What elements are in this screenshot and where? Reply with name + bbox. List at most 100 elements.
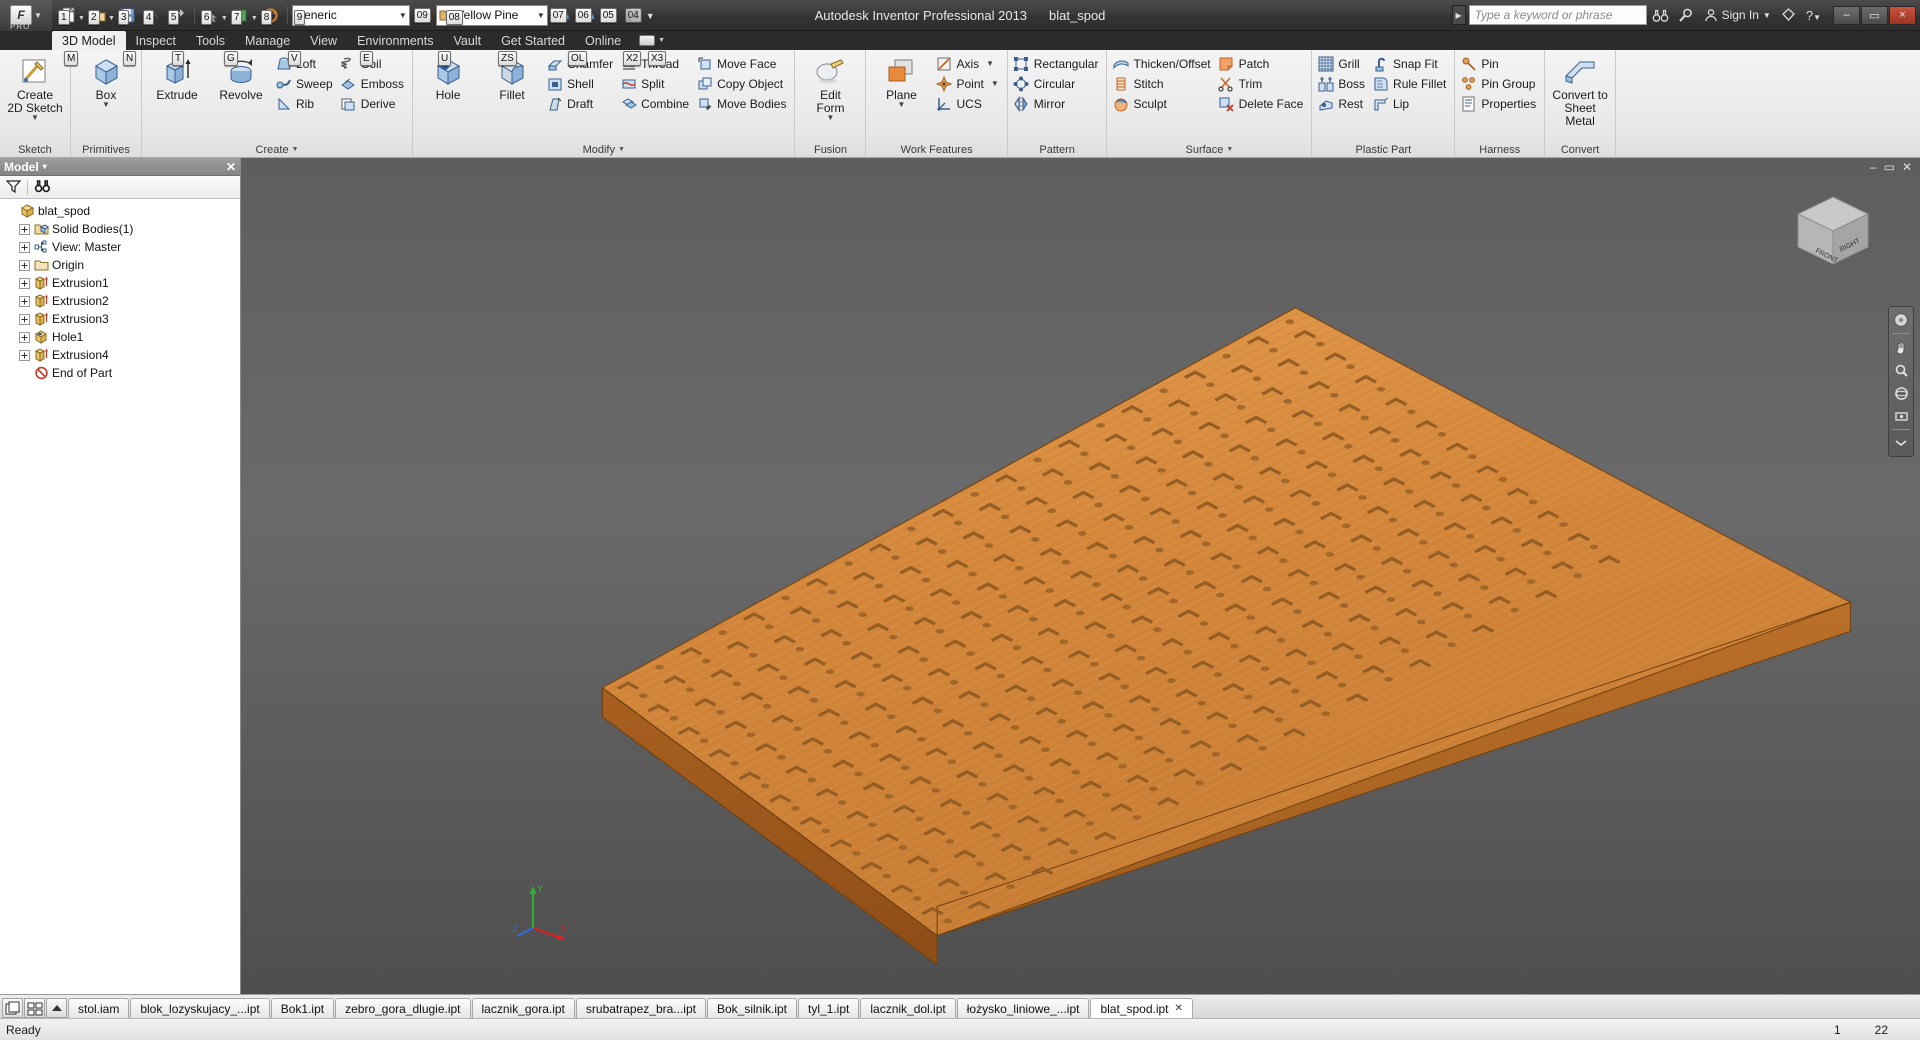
ribbon-button-axis[interactable]: Axis ▼: [933, 54, 1003, 73]
tree-expander-icon[interactable]: [18, 259, 31, 272]
tree-expander-icon[interactable]: [18, 277, 31, 290]
orbit-icon[interactable]: [1891, 383, 1911, 403]
qat-open-button[interactable]: 2: [86, 3, 110, 27]
ribbon-tab-vault[interactable]: Vault: [444, 31, 492, 50]
document-tab[interactable]: Bok_silnik.ipt: [706, 998, 797, 1018]
tree-expander-icon[interactable]: [18, 313, 31, 326]
ribbon-button-dropdown-caret-icon[interactable]: ▼: [31, 114, 39, 122]
ribbon-button-convert-to-sheet-metal[interactable]: Convert to Sheet Metal: [1548, 53, 1612, 130]
canvas-maximize-button[interactable]: ▭: [1884, 160, 1895, 174]
window-maximize-button[interactable]: ▭: [1861, 5, 1888, 25]
ribbon-button-caret-icon[interactable]: ▼: [986, 59, 994, 68]
ribbon-button-rib[interactable]: Rib: [273, 94, 338, 113]
ribbon-button-derive[interactable]: Derive: [338, 94, 409, 113]
tile-windows-icon[interactable]: [2, 998, 23, 1018]
document-tab[interactable]: Bok1.ipt: [270, 998, 335, 1018]
document-tab-close-icon[interactable]: ✕: [1175, 1003, 1183, 1014]
tree-node-extrusion1[interactable]: Extrusion1: [4, 274, 240, 292]
qat-redo-button[interactable]: 5: [166, 3, 190, 27]
ribbon-tab-inspect[interactable]: Inspect: [126, 31, 186, 50]
qat-undo-button[interactable]: 4: [141, 3, 165, 27]
ribbon-button-pin-group[interactable]: Pin Group: [1458, 74, 1541, 93]
search-magnifier-icon[interactable]: [1675, 5, 1697, 25]
ribbon-button-split[interactable]: Split: [618, 74, 694, 93]
document-tab[interactable]: tyl_1.ipt: [798, 998, 860, 1018]
qat-select-button[interactable]: 6: [199, 3, 223, 27]
ribbon-button-edit-form[interactable]: Edit Form ▼: [798, 53, 862, 123]
tree-expander-icon[interactable]: [18, 331, 31, 344]
ribbon-panel-expand-caret-icon[interactable]: ▼: [1226, 146, 1233, 153]
tree-node-extrusion4[interactable]: Extrusion4: [4, 346, 240, 364]
ribbon-button-caret-icon[interactable]: ▼: [991, 79, 999, 88]
tree-expander-icon[interactable]: [18, 241, 31, 254]
tree-node-solid-bodies-1[interactable]: Solid Bodies(1): [4, 220, 240, 238]
document-tab[interactable]: lacznik_dol.ipt: [860, 998, 956, 1018]
appearance-combo[interactable]: Yellow Pine ▼ 08: [435, 4, 548, 26]
ribbon-button-sweep[interactable]: Sweep: [273, 74, 338, 93]
scroll-tabs-up-icon[interactable]: [46, 998, 67, 1018]
ribbon-button-point[interactable]: Point ▼: [933, 74, 1003, 93]
canvas-minimize-button[interactable]: –: [1870, 160, 1877, 174]
qat-return-button[interactable]: 7: [229, 3, 253, 27]
model-browser-header[interactable]: Model ▾ ✕: [0, 158, 240, 176]
document-tab[interactable]: lacznik_gora.ipt: [471, 998, 575, 1018]
ribbon-button-rectangular[interactable]: Rectangular: [1011, 54, 1104, 73]
ribbon-tab-tools[interactable]: Tools: [186, 31, 235, 50]
tree-expander-icon[interactable]: [18, 295, 31, 308]
tree-node-hole1[interactable]: Hole1: [4, 328, 240, 346]
find-icon[interactable]: [34, 179, 51, 196]
document-tab[interactable]: srubatrapez_bra...ipt: [575, 998, 706, 1018]
window-minimize-button[interactable]: –: [1833, 5, 1860, 25]
tree-node-view-master[interactable]: View: Master: [4, 238, 240, 256]
ribbon-tab-manage[interactable]: Manage: [235, 31, 300, 50]
ribbon-button-delete-face[interactable]: Delete Face: [1216, 94, 1309, 113]
ribbon-button-grill[interactable]: Grill: [1315, 54, 1370, 73]
ribbon-button-copy-object[interactable]: Copy Object: [694, 74, 791, 93]
tree-node-extrusion2[interactable]: Extrusion2: [4, 292, 240, 310]
search-binoculars-icon[interactable]: [1650, 5, 1672, 25]
ribbon-minimize-icon[interactable]: [639, 35, 656, 46]
ribbon-button-thicken-offset[interactable]: Thicken/Offset: [1110, 54, 1215, 73]
ribbon-button-properties[interactable]: Properties: [1458, 94, 1541, 113]
ribbon-tab-online[interactable]: Online: [575, 31, 631, 50]
filter-icon[interactable]: [5, 179, 22, 196]
document-tab[interactable]: łożysko_liniowe_...ipt: [956, 998, 1090, 1018]
ribbon-tab-environments[interactable]: Environments: [347, 31, 443, 50]
pan-hand-icon[interactable]: [1891, 337, 1911, 357]
qat-update-button[interactable]: 8: [259, 3, 283, 27]
ribbon-button-dropdown-caret-icon[interactable]: ▼: [898, 101, 906, 109]
ribbon-button-stitch[interactable]: Stitch: [1110, 74, 1215, 93]
navbar-menu-caret-icon[interactable]: [1891, 433, 1911, 453]
application-menu-button[interactable]: F ▼ PRO: [0, 0, 52, 31]
document-tab[interactable]: zebro_gora_dlugie.ipt: [335, 998, 471, 1018]
ribbon-button-sculpt[interactable]: Sculpt: [1110, 94, 1215, 113]
model-browser-caret-icon[interactable]: ▾: [43, 162, 47, 171]
ribbon-button-lip[interactable]: Lip: [1370, 94, 1451, 113]
document-tab[interactable]: blok_lozyskujacy_...ipt: [130, 998, 270, 1018]
qat-save-button[interactable]: 3: [116, 3, 140, 27]
ribbon-tab-view[interactable]: View: [300, 31, 347, 50]
ribbon-button-boss[interactable]: Boss: [1315, 74, 1370, 93]
ribbon-button-loft[interactable]: Loft: [273, 54, 338, 73]
grid-windows-icon[interactable]: [24, 998, 45, 1018]
qat-clear-appearance-button[interactable]: 07: [549, 3, 573, 27]
ribbon-button-rest[interactable]: Rest: [1315, 94, 1370, 113]
model-3d-view[interactable]: [241, 158, 1920, 994]
ribbon-button-draft[interactable]: Draft: [544, 94, 618, 113]
document-tab[interactable]: stol.iam: [68, 998, 130, 1018]
graphics-canvas[interactable]: – ▭ ✕ FRONT RIGHT X Y Z: [241, 158, 1920, 994]
ribbon-button-move-face[interactable]: Move Face: [694, 54, 791, 73]
ribbon-button-shell[interactable]: Shell: [544, 74, 618, 93]
ribbon-tab-3d-model[interactable]: 3D Model: [52, 31, 126, 50]
qat-customize-button[interactable]: 04: [624, 3, 648, 27]
ribbon-button-mirror[interactable]: Mirror: [1011, 94, 1104, 113]
help-button[interactable]: ?▼: [1803, 8, 1824, 23]
ribbon-display-options[interactable]: ▼: [631, 31, 673, 50]
exchange-apps-icon[interactable]: [1778, 5, 1800, 25]
qat-project-button[interactable]: f 05: [599, 3, 623, 27]
ribbon-button-plane[interactable]: Plane ▼: [869, 53, 933, 110]
ribbon-button-snap-fit[interactable]: Snap Fit: [1370, 54, 1451, 73]
model-browser-close-icon[interactable]: ✕: [226, 161, 236, 173]
ribbon-button-ucs[interactable]: UCS: [933, 94, 1003, 113]
tree-node-origin[interactable]: Origin: [4, 256, 240, 274]
